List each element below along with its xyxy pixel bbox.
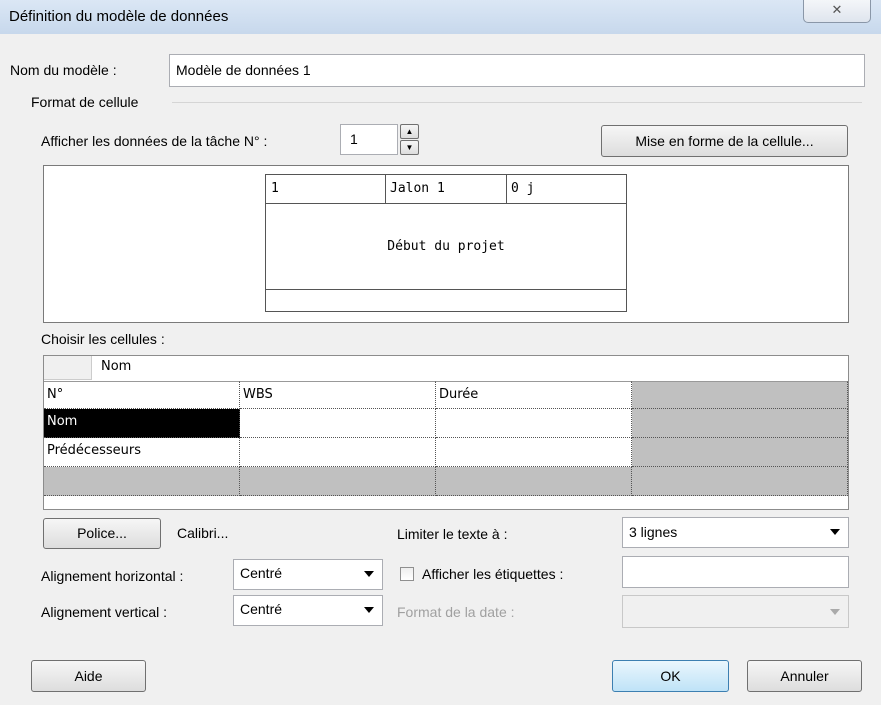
task-number-label: Afficher les données de la tâche N° : <box>41 133 268 149</box>
cell-format-group-label: Format de cellule <box>31 94 139 110</box>
show-labels-checkbox[interactable] <box>400 567 414 581</box>
grid-cell[interactable] <box>436 467 632 496</box>
grid-cell[interactable] <box>436 438 632 467</box>
grid-cell-selected[interactable]: Nom <box>44 409 240 438</box>
date-format-select <box>622 595 849 628</box>
font-button[interactable]: Police... <box>43 518 161 549</box>
up-arrow-icon: ▲ <box>405 127 414 136</box>
preview-header-row: 1 Jalon 1 0 j <box>266 175 626 204</box>
model-name-input[interactable]: Modèle de données 1 <box>169 54 865 87</box>
show-labels-label: Afficher les étiquettes : <box>422 566 564 582</box>
v-align-value: Centré <box>240 601 283 617</box>
spin-up-button[interactable]: ▲ <box>400 124 419 139</box>
grid-cell[interactable] <box>632 381 848 409</box>
limit-text-label: Limiter le texte à : <box>397 526 508 542</box>
preview-center-text: Début du projet <box>387 238 505 254</box>
preview-id: 1 <box>271 181 279 196</box>
title-bar: Définition du modèle de données ✕ <box>0 0 881 34</box>
dropdown-arrow-icon <box>830 609 840 615</box>
h-align-select[interactable]: Centré <box>233 559 383 590</box>
date-format-label: Format de la date : <box>397 604 515 620</box>
grid-cell[interactable] <box>44 467 240 496</box>
limit-text-select[interactable]: 3 lignes <box>622 517 849 548</box>
font-name: Calibri... <box>177 525 229 541</box>
grid-cell[interactable]: N° <box>44 381 240 409</box>
preview-divider <box>385 175 386 203</box>
close-button[interactable]: ✕ <box>803 0 871 23</box>
grid-cell[interactable] <box>632 467 848 496</box>
grid-cell[interactable] <box>632 409 848 438</box>
preview-name: Jalon 1 <box>390 181 445 196</box>
cell-format-button[interactable]: Mise en forme de la cellule... <box>601 125 848 157</box>
cancel-button[interactable]: Annuler <box>747 660 862 692</box>
limit-text-value: 3 lignes <box>629 524 678 540</box>
grid-cell[interactable] <box>240 409 436 438</box>
grid-cell[interactable]: WBS <box>240 381 436 409</box>
task-number-input[interactable]: 1 <box>340 124 398 155</box>
cells-grid: Nom N° WBS Durée Nom Prédécesseurs <box>43 355 849 510</box>
h-align-value: Centré <box>240 565 283 581</box>
cell-preview: 1 Jalon 1 0 j Début du projet <box>43 165 849 323</box>
dropdown-arrow-icon <box>364 607 374 613</box>
data-model-dialog: Définition du modèle de données ✕ Nom du… <box>0 0 881 705</box>
model-name-label: Nom du modèle : <box>10 62 117 78</box>
spin-down-button[interactable]: ▼ <box>400 140 419 155</box>
grid-cell[interactable] <box>240 438 436 467</box>
dropdown-arrow-icon <box>830 529 840 535</box>
v-align-select[interactable]: Centré <box>233 595 383 626</box>
grid-cell[interactable] <box>240 467 436 496</box>
task-number-spinner: ▲ ▼ <box>400 124 419 155</box>
preview-body: Début du projet <box>266 203 626 290</box>
choose-cells-label: Choisir les cellules : <box>41 331 165 347</box>
window-title: Définition du modèle de données <box>9 8 229 25</box>
group-separator <box>172 102 862 103</box>
down-arrow-icon: ▼ <box>405 143 414 152</box>
grid-cell[interactable]: Prédécesseurs <box>44 438 240 467</box>
v-align-label: Alignement vertical : <box>41 604 168 620</box>
preview-divider <box>506 175 507 203</box>
grid-corner <box>44 356 92 380</box>
show-labels-input[interactable] <box>622 556 849 588</box>
cell-editor-input[interactable]: Nom <box>93 356 848 380</box>
ok-button[interactable]: OK <box>612 660 729 692</box>
preview-task-box: 1 Jalon 1 0 j Début du projet <box>265 174 627 312</box>
dropdown-arrow-icon <box>364 571 374 577</box>
close-icon: ✕ <box>831 2 843 17</box>
help-button[interactable]: Aide <box>31 660 146 692</box>
preview-duration: 0 j <box>511 181 535 196</box>
h-align-label: Alignement horizontal : <box>41 568 184 584</box>
grid-cell[interactable] <box>436 409 632 438</box>
grid-cell[interactable]: Durée <box>436 381 632 409</box>
grid-cell[interactable] <box>632 438 848 467</box>
